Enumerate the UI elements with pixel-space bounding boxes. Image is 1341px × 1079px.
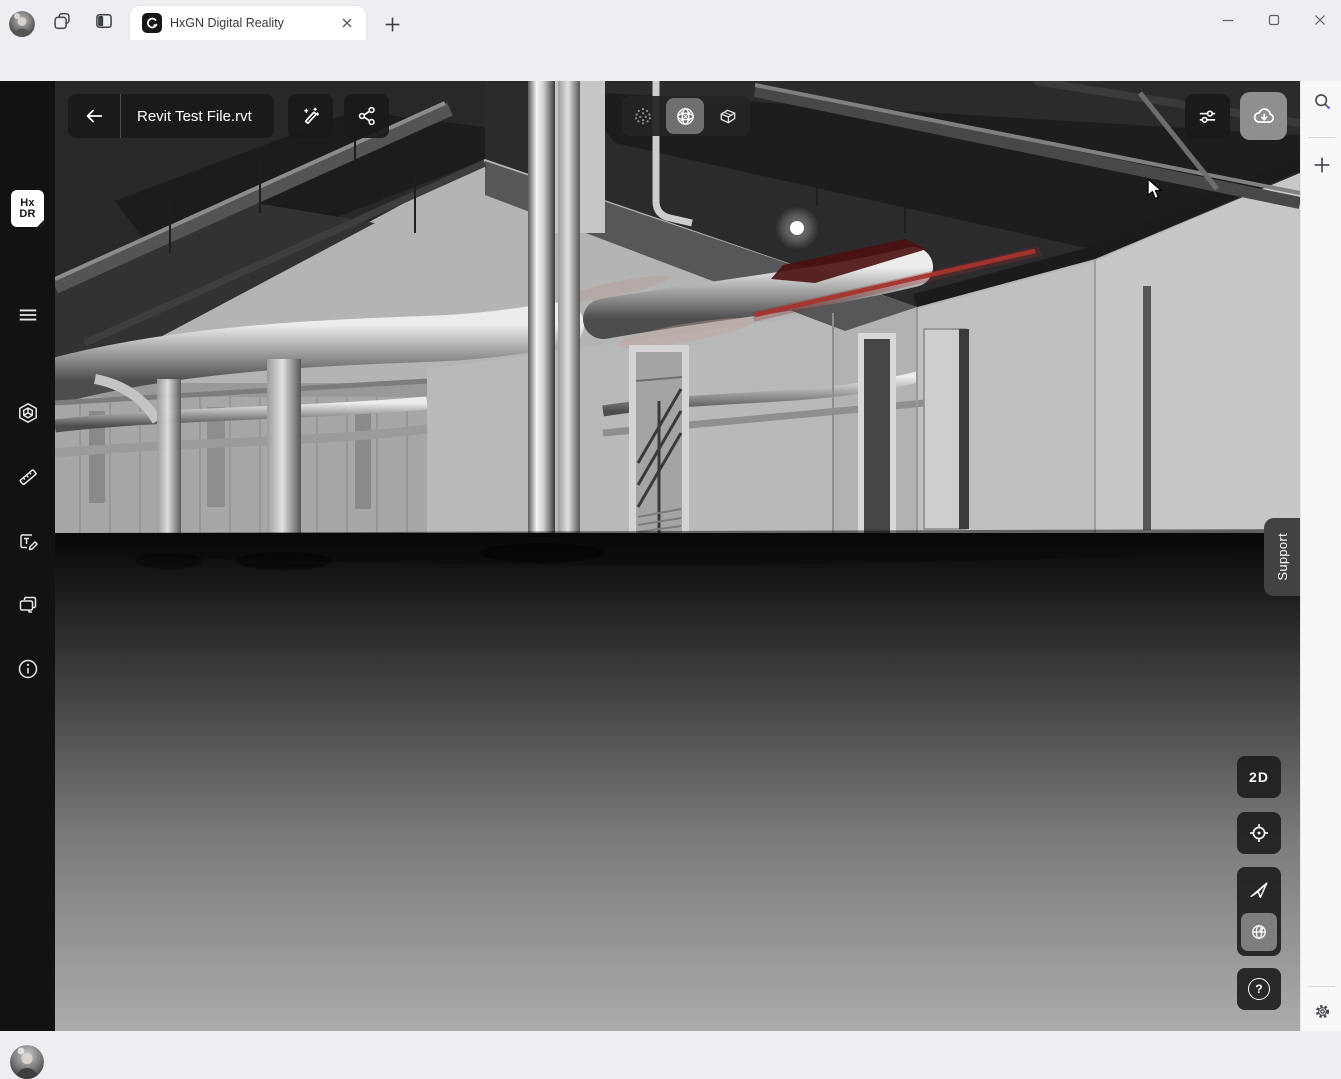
fly-mode-button[interactable] <box>1237 869 1281 911</box>
orbit-globe-icon <box>1248 921 1270 943</box>
rail-divider-bottom <box>1308 986 1335 987</box>
annotate-icon[interactable] <box>15 529 41 555</box>
mesh-icon <box>674 105 697 128</box>
fly-paper-plane-icon <box>1248 879 1270 901</box>
locate-crosshair-icon <box>1247 821 1271 845</box>
browser-toolbar: https://realitycloudstudio.hxdr.app/asse… <box>0 40 1341 82</box>
share-icon <box>356 105 378 127</box>
viewer-3d-viewport[interactable]: Revit Test File.rvt <box>55 81 1300 1031</box>
browser-profile-avatar[interactable] <box>9 11 35 37</box>
user-avatar[interactable] <box>10 1045 44 1079</box>
hxdr-logo[interactable]: Hx DR <box>11 190 44 227</box>
tab-close-icon[interactable] <box>338 14 356 32</box>
profile-photo-icon <box>9 11 35 37</box>
app-sidebar: Hx DR <box>0 81 55 1031</box>
slides-icon[interactable] <box>15 592 41 618</box>
workspaces-icon[interactable] <box>50 9 74 33</box>
view-mode-mesh[interactable] <box>666 98 704 134</box>
magic-wand-button[interactable] <box>288 94 333 138</box>
display-settings-button[interactable] <box>1185 94 1230 138</box>
orbit-globe-button[interactable] <box>1241 913 1277 951</box>
support-tab[interactable]: Support <box>1264 518 1300 596</box>
edge-sidebar <box>1300 81 1341 1031</box>
sidebar-settings-gear-icon[interactable] <box>1309 998 1335 1024</box>
share-button[interactable] <box>344 94 389 138</box>
viewer-title-bar: Revit Test File.rvt <box>68 94 274 138</box>
3d-scene <box>55 81 1300 1031</box>
measure-ruler-icon[interactable] <box>15 464 41 490</box>
sliders-icon <box>1196 105 1219 128</box>
locate-button[interactable] <box>1237 812 1281 854</box>
logo-text-bottom: DR <box>19 209 35 220</box>
maximize-icon[interactable] <box>1259 8 1289 32</box>
screen: { "browser": { "tab_title": "HxGN Digita… <box>0 0 1341 1031</box>
tab-title: HxGN Digital Reality <box>170 16 338 30</box>
info-icon[interactable] <box>15 656 41 682</box>
navigation-mode-group <box>1237 867 1281 956</box>
back-arrow-icon <box>83 105 105 127</box>
point-cloud-icon <box>632 105 654 127</box>
sidebar-search-icon[interactable] <box>1309 88 1335 114</box>
support-label: Support <box>1275 533 1290 581</box>
menu-hamburger-icon[interactable] <box>15 302 41 328</box>
new-tab-icon[interactable] <box>380 12 404 36</box>
mouse-cursor <box>1146 178 1166 201</box>
view-mode-point-cloud[interactable] <box>622 96 664 136</box>
scene-floor <box>55 529 1300 1031</box>
mode-2d-button[interactable]: 2D <box>1237 756 1281 798</box>
titlebar: HxGN Digital Reality <box>0 0 1341 40</box>
help-button[interactable]: ? <box>1237 968 1281 1010</box>
minimize-icon[interactable] <box>1213 8 1243 32</box>
sidebar-add-icon[interactable] <box>1309 152 1335 178</box>
cloud-download-icon <box>1251 103 1277 129</box>
close-window-icon[interactable] <box>1305 8 1335 32</box>
download-cloud-button[interactable] <box>1240 92 1287 140</box>
help-icon: ? <box>1248 978 1270 1000</box>
model-3d-icon <box>716 105 739 128</box>
rail-divider-top <box>1308 137 1335 138</box>
viewer-back-button[interactable] <box>68 94 121 138</box>
site-favicon-icon <box>142 13 162 33</box>
viewer-file-title: Revit Test File.rvt <box>121 108 274 125</box>
scene-marker[interactable] <box>790 221 804 235</box>
logo-notch <box>36 219 44 227</box>
magic-wand-icon <box>299 105 322 128</box>
mode-2d-label: 2D <box>1249 769 1269 785</box>
view-mode-model[interactable] <box>706 96 748 136</box>
model-cube-icon[interactable] <box>15 400 41 426</box>
browser-tab[interactable]: HxGN Digital Reality <box>130 6 366 40</box>
view-mode-switcher <box>622 96 750 136</box>
tab-actions-icon[interactable] <box>92 9 116 33</box>
logo-text-top: Hx <box>20 198 34 209</box>
